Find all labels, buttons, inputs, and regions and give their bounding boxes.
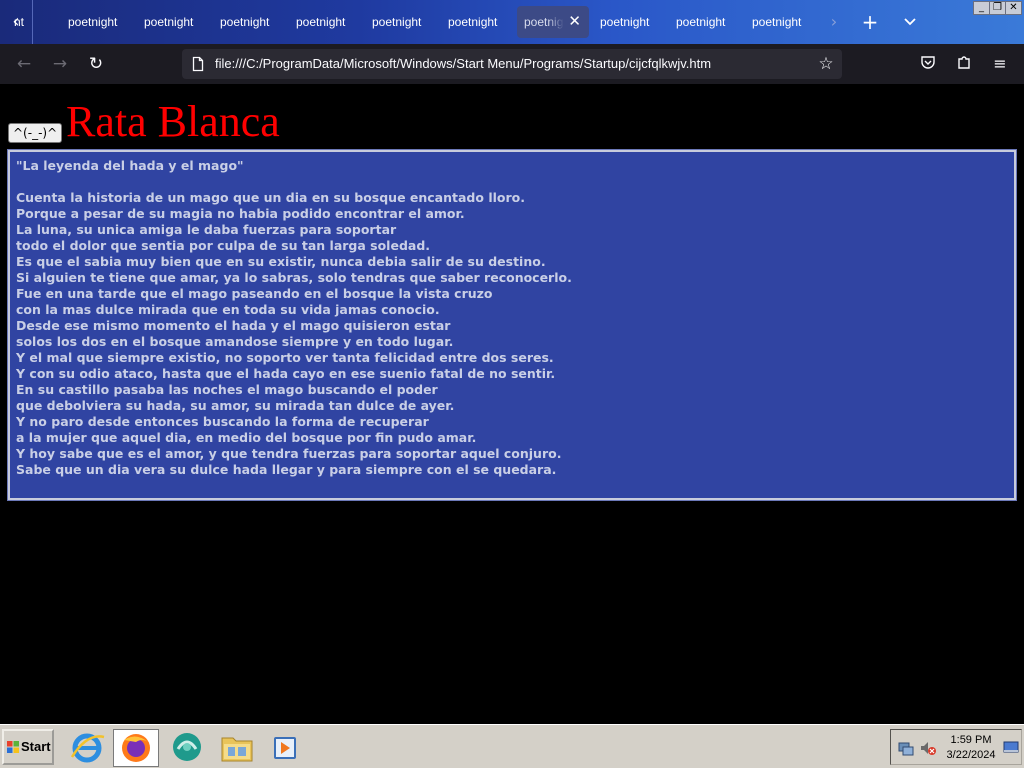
tab-label: nt	[14, 15, 25, 29]
show-desktop-icon[interactable]	[1003, 739, 1019, 759]
tab-label: poetnight	[752, 15, 802, 29]
minimize-button[interactable]: _	[973, 1, 990, 15]
reload-icon[interactable]: ↻	[85, 54, 107, 74]
lyrics-body: Cuenta la historia de un mago que un dia…	[16, 190, 572, 478]
lyrics-title: "La leyenda del hada y el mago"	[16, 158, 244, 173]
lyrics-box: "La leyenda del hada y el mago" Cuenta l…	[7, 149, 1017, 501]
new-tab-plus-icon[interactable]: +	[860, 12, 880, 32]
start-button[interactable]: Start	[2, 729, 54, 765]
lyrics-line: con la mas dulce mirada que en toda su v…	[16, 302, 440, 317]
tab-label: poetnight	[68, 15, 118, 29]
page-heading: Rata Blanca	[66, 97, 280, 146]
clock-date: 3/22/2024	[946, 749, 996, 761]
tab-label: poetnight	[372, 15, 422, 29]
close-window-button[interactable]: ✕	[1005, 1, 1022, 15]
tab-scroll-right-button[interactable]: ›	[824, 12, 844, 32]
start-label: Start	[21, 739, 51, 754]
tab-label: poetnight	[524, 15, 564, 29]
tab[interactable]: poetnight	[600, 6, 660, 38]
lyrics-line: Es que el sabia muy bien que en su exist…	[16, 254, 546, 269]
extensions-puzzle-icon[interactable]	[953, 54, 975, 74]
firefox-icon[interactable]	[113, 729, 159, 767]
navigation-toolbar: ← → ↻ file:///C:/ProgramData/Microsoft/W…	[0, 44, 1024, 84]
lyrics-line: Y el mal que siempre existio, no soporto…	[16, 350, 554, 365]
windows-logo-icon	[7, 741, 19, 753]
page-content: Rata Blanca ^(-_-)^ "La leyenda del hada…	[0, 84, 1024, 724]
tab[interactable]: poetnight	[220, 6, 280, 38]
lyrics-line: En su castillo pasaba las noches el mago…	[16, 382, 438, 397]
tab-divider	[32, 0, 33, 44]
folder-icon[interactable]	[214, 729, 260, 767]
tab-active[interactable]: poetnight ✕	[517, 6, 589, 38]
tab[interactable]: poetnight	[752, 6, 812, 38]
tab-close-icon[interactable]: ✕	[568, 6, 581, 38]
tab[interactable]: poetnight	[68, 6, 128, 38]
lyrics-line: Desde ese mismo momento el hada y el mag…	[16, 318, 451, 333]
lyrics-line: a la mujer que aquel dia, en medio del b…	[16, 430, 477, 445]
tab[interactable]: poetnight	[372, 6, 432, 38]
tab[interactable]: poetnight	[144, 6, 204, 38]
tab-strip: ‹ nt poetnight poetnight poetnight poetn…	[0, 0, 1024, 44]
tab-label: poetnight	[144, 15, 194, 29]
back-arrow-icon[interactable]: ←	[13, 54, 35, 74]
forward-arrow-icon[interactable]: →	[49, 54, 71, 74]
restore-button[interactable]: ❐	[989, 1, 1006, 15]
network-icon[interactable]	[897, 739, 915, 761]
lyrics-line: La luna, su unica amiga le daba fuerzas …	[16, 222, 397, 237]
tab[interactable]: poetnight	[676, 6, 736, 38]
lyrics-line: Cuenta la historia de un mago que un dia…	[16, 190, 525, 205]
internet-explorer-icon[interactable]	[64, 729, 110, 767]
face-button[interactable]: ^(-_-)^	[8, 123, 63, 143]
menu-hamburger-icon[interactable]: ≡	[989, 54, 1011, 74]
tab[interactable]: poetnight	[448, 6, 508, 38]
volume-muted-icon[interactable]	[919, 739, 937, 761]
page-document-icon	[190, 56, 206, 72]
lyrics-line: Y no paro desde entonces buscando la for…	[16, 414, 429, 429]
address-bar[interactable]: file:///C:/ProgramData/Microsoft/Windows…	[182, 49, 842, 79]
lyrics-line: que debolviera su hada, su amor, su mira…	[16, 398, 455, 413]
tab[interactable]: poetnight	[296, 6, 356, 38]
tab-label: poetnight	[296, 15, 346, 29]
url-text[interactable]: file:///C:/ProgramData/Microsoft/Windows…	[215, 49, 711, 79]
clock-time: 1:59 PM	[950, 734, 992, 746]
chat-icon[interactable]	[164, 729, 210, 767]
lyrics-line: Porque a pesar de su magia no habia podi…	[16, 206, 465, 221]
media-player-icon[interactable]	[262, 729, 308, 767]
tab-label: poetnight	[448, 15, 498, 29]
bookmark-star-icon[interactable]: ☆	[816, 54, 836, 74]
lyrics-line: solos los dos en el bosque amandose siem…	[16, 334, 454, 349]
lyrics-line: todo el dolor que sentia por culpa de su…	[16, 238, 431, 253]
lyrics-line: Fue en una tarde que el mago paseando en…	[16, 286, 493, 301]
pocket-icon[interactable]	[917, 54, 939, 74]
lyrics-line: Y hoy sabe que es el amor, y que tendra …	[16, 446, 562, 461]
lyrics-line: Y con su odio ataco, hasta que el hada c…	[16, 366, 556, 381]
system-tray: 1:59 PM 3/22/2024	[890, 729, 1022, 765]
lyrics-line: Si alguien te tiene que amar, ya lo sabr…	[16, 270, 572, 285]
lyrics-line: Sabe que un dia vera su dulce hada llega…	[16, 462, 557, 477]
tab-label: poetnight	[600, 15, 650, 29]
list-all-tabs-chevron-down-icon[interactable]	[900, 12, 920, 32]
clock[interactable]: 1:59 PM 3/22/2024	[943, 733, 999, 763]
tab-label: poetnight	[220, 15, 270, 29]
tab[interactable]: nt	[14, 6, 32, 38]
taskbar: Start 1:59 PM 3/22/2024	[0, 724, 1024, 768]
tab-label: poetnight	[676, 15, 726, 29]
